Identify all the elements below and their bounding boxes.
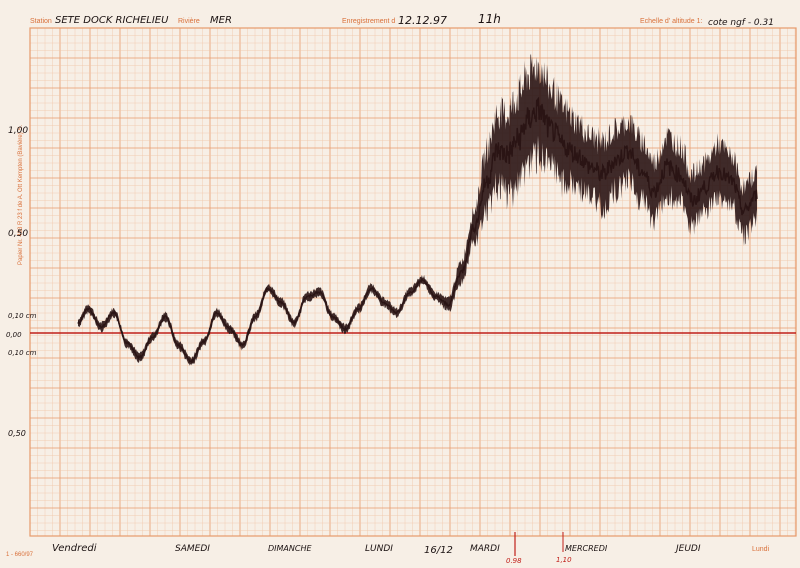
y-annotation-3: 0,10 cm xyxy=(8,312,37,320)
enregistrement-label: Enregistrement d xyxy=(342,18,395,25)
y-annotation-4: 0,00 xyxy=(6,331,22,339)
chart-recorder-sheet: Station SETE DOCK RICHELIEU Rivière MER … xyxy=(6,12,797,565)
day-label-mercredi: MERCREDI xyxy=(565,544,608,553)
riviere-value: MER xyxy=(210,15,232,26)
echelle-label: Echelle d' altitude 1: xyxy=(640,18,702,25)
station-value: SETE DOCK RICHELIEU xyxy=(55,15,169,26)
time-marker-label-1: 0.98 xyxy=(506,557,522,565)
riviere-label: Rivière xyxy=(178,18,200,25)
y-annotation-1: 1,00 xyxy=(8,126,28,136)
day-label-dimanche: DIMANCHE xyxy=(268,544,312,553)
time-marker-label-2: 1,10 xyxy=(556,556,572,564)
day-label-lundi-printed: Lundi xyxy=(752,546,770,553)
grid xyxy=(29,27,797,537)
header: Station SETE DOCK RICHELIEU Rivière MER … xyxy=(30,12,774,28)
day-label-vendredi: Vendredi xyxy=(52,543,97,554)
grid-frame xyxy=(29,27,797,537)
y-annotation-6: 0,50 xyxy=(8,429,26,438)
day-labels: Vendredi SAMEDI DIMANCHE LUNDI 16/12 MAR… xyxy=(52,543,770,556)
paper-maker-print: Papier Nr. 403 R 23 f de A. Ott Kempten … xyxy=(18,125,24,265)
enregistrement-heure: 11h xyxy=(478,12,501,26)
day-label-date: 16/12 xyxy=(424,545,453,556)
y-annotation-2: 0,50 xyxy=(8,229,28,239)
time-markers: 0.98 1,10 xyxy=(506,532,572,565)
day-label-samedi: SAMEDI xyxy=(175,544,210,554)
echelle-value: cote ngf - 0.31 xyxy=(708,18,774,28)
day-label-mardi: MARDI xyxy=(470,544,500,554)
station-label: Station xyxy=(30,18,52,25)
y-annotation-5: 0,10 cm xyxy=(8,349,37,357)
enregistrement-date: 12.12.97 xyxy=(398,14,447,27)
day-label-jeudi: JEUDI xyxy=(674,544,701,554)
day-label-lundi: LUNDI xyxy=(365,544,393,554)
corner-print: 1 - 660/97 xyxy=(6,552,34,558)
